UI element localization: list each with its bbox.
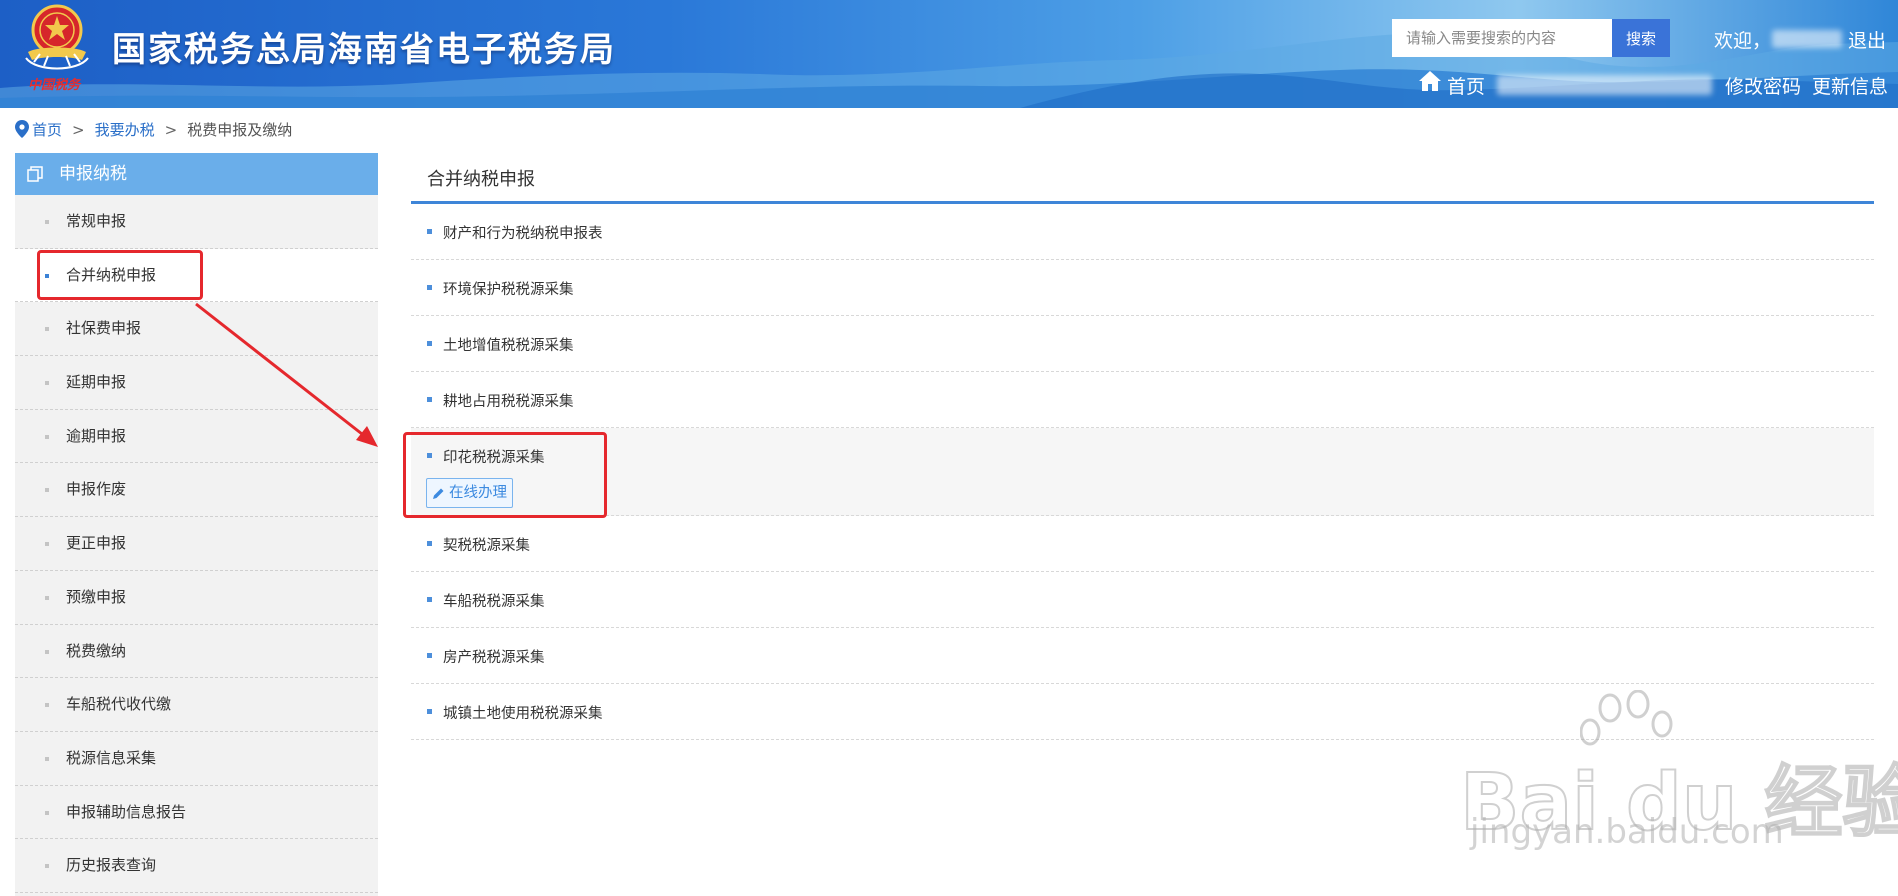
list-item-label: 耕地占用税税源采集: [443, 394, 574, 410]
sidebar-item-void-declaration[interactable]: 申报作废: [15, 463, 378, 518]
breadcrumb-separator: >: [164, 121, 178, 139]
change-password-link[interactable]: 修改密码: [1725, 72, 1801, 99]
breadcrumb: 首页 > 我要办税 > 税费申报及缴纳: [15, 119, 292, 140]
sidebar-item-label: 税费缴纳: [66, 641, 127, 660]
breadcrumb-home[interactable]: 首页: [32, 121, 62, 139]
blurred-company-name: [1497, 75, 1712, 95]
site-title: 国家税务总局海南省电子税务局: [112, 30, 616, 70]
page-title: 合并纳税申报: [427, 169, 535, 190]
sidebar-item-label: 车船税代收代缴: [66, 695, 172, 714]
bullet-icon: [45, 756, 49, 761]
sidebar-item-label: 申报辅助信息报告: [66, 802, 187, 821]
list-item-label: 财产和行为税纳税申报表: [443, 226, 603, 242]
list-item[interactable]: 财产和行为税纳税申报表: [411, 204, 1874, 260]
breadcrumb-current: 税费申报及缴纳: [187, 121, 293, 139]
site-header: 中国税务 国家税务总局海南省电子税务局 搜索 欢迎， 退出 首页 修改密码 更新…: [0, 0, 1898, 108]
bullet-icon: [427, 653, 432, 658]
list-item[interactable]: 耕地占用税税源采集: [411, 372, 1874, 428]
bullet-icon: [45, 595, 49, 600]
bullet-icon: [45, 649, 49, 654]
sidebar-item-social-insurance[interactable]: 社保费申报: [15, 302, 378, 357]
bullet-icon: [45, 864, 49, 869]
breadcrumb-separator: >: [72, 121, 85, 139]
list-item[interactable]: 车船税税源采集: [411, 572, 1874, 628]
list-item-label: 土地增值税税源采集: [443, 338, 574, 354]
sidebar-item-deferred-declaration[interactable]: 延期申报: [15, 356, 378, 410]
bullet-icon: [45, 810, 49, 815]
breadcrumb-tax-handling[interactable]: 我要办税: [95, 121, 155, 139]
list-item-stamp-duty[interactable]: 印花税税源采集 在线办理: [411, 428, 1874, 516]
search-button[interactable]: 搜索: [1612, 19, 1670, 57]
sidebar-item-label: 逾期申报: [66, 426, 127, 445]
search-input[interactable]: [1392, 19, 1612, 57]
sidebar-item-label: 税源信息采集: [66, 748, 157, 767]
list-item-label: 城镇土地使用税税源采集: [443, 706, 603, 722]
bullet-icon: [45, 542, 49, 547]
bullet-icon: [427, 709, 432, 714]
sidebar-item-regular-declaration[interactable]: 常规申报: [15, 195, 378, 249]
list-item[interactable]: 房产税税源采集: [411, 628, 1874, 684]
bullet-icon: [45, 703, 49, 708]
list-item-label: 房产税税源采集: [443, 650, 545, 666]
sidebar-item-label: 社保费申报: [66, 319, 142, 338]
sidebar-item-label: 历史报表查询: [66, 856, 157, 875]
blurred-username: [1772, 30, 1842, 48]
bullet-icon: [45, 381, 49, 386]
welcome-text: 欢迎，: [1714, 30, 1772, 52]
sidebar-item-label: 申报作废: [66, 480, 127, 499]
sidebar-item-correct-declaration[interactable]: 更正申报: [15, 517, 378, 571]
annotation-box-sidebar: [37, 250, 203, 300]
logout-link[interactable]: 退出: [1848, 26, 1886, 53]
sidebar-item-overdue-declaration[interactable]: 逾期申报: [15, 410, 378, 464]
bullet-icon: [45, 327, 49, 332]
sidebar-item-label: 常规申报: [66, 212, 127, 230]
sidebar-item-label: 延期申报: [66, 373, 127, 392]
list-item[interactable]: 环境保护税税源采集: [411, 260, 1874, 316]
bullet-icon: [45, 488, 49, 493]
list-item[interactable]: 契税税源采集: [411, 516, 1874, 572]
bullet-icon: [427, 341, 432, 346]
list-item-label: 契税税源采集: [443, 538, 530, 554]
list-item[interactable]: 土地增值税税源采集: [411, 316, 1874, 372]
sidebar-item-label: 预缴申报: [66, 587, 127, 606]
sidebar-item-tax-payment[interactable]: 税费缴纳: [15, 625, 378, 679]
nav-home-link[interactable]: 首页: [1447, 72, 1485, 99]
sidebar-item-vehicle-tax-collection[interactable]: 车船税代收代缴: [15, 678, 378, 732]
bullet-icon: [427, 229, 432, 234]
bullet-icon: [427, 541, 432, 546]
bullet-icon: [427, 285, 432, 290]
location-pin-icon: [15, 120, 29, 138]
sidebar-item-label: 更正申报: [66, 534, 127, 553]
list-item-label: 环境保护税税源采集: [443, 282, 574, 298]
emblem-text: 中国税务: [28, 78, 81, 93]
copy-icon: [27, 166, 43, 182]
update-info-link[interactable]: 更新信息: [1812, 72, 1888, 99]
bullet-icon: [427, 397, 432, 402]
sidebar-header-label: 申报纳税: [59, 164, 127, 184]
sidebar-item-tax-source-collection[interactable]: 税源信息采集: [15, 732, 378, 786]
bullet-icon: [45, 434, 49, 439]
sidebar-item-history-query[interactable]: 历史报表查询: [15, 839, 378, 893]
home-icon[interactable]: [1418, 70, 1442, 92]
sidebar-item-prepayment-declaration[interactable]: 预缴申报: [15, 571, 378, 625]
sidebar-item-auxiliary-info-report[interactable]: 申报辅助信息报告: [15, 786, 378, 840]
list-item-label: 车船税税源采集: [443, 594, 545, 610]
sidebar-header[interactable]: 申报纳税: [15, 153, 378, 195]
bullet-icon: [427, 597, 432, 602]
bullet-icon: [45, 220, 49, 224]
watermark-url: jingyan.baidu.com: [1470, 812, 1784, 852]
annotation-box-stamp-duty: [403, 432, 607, 518]
